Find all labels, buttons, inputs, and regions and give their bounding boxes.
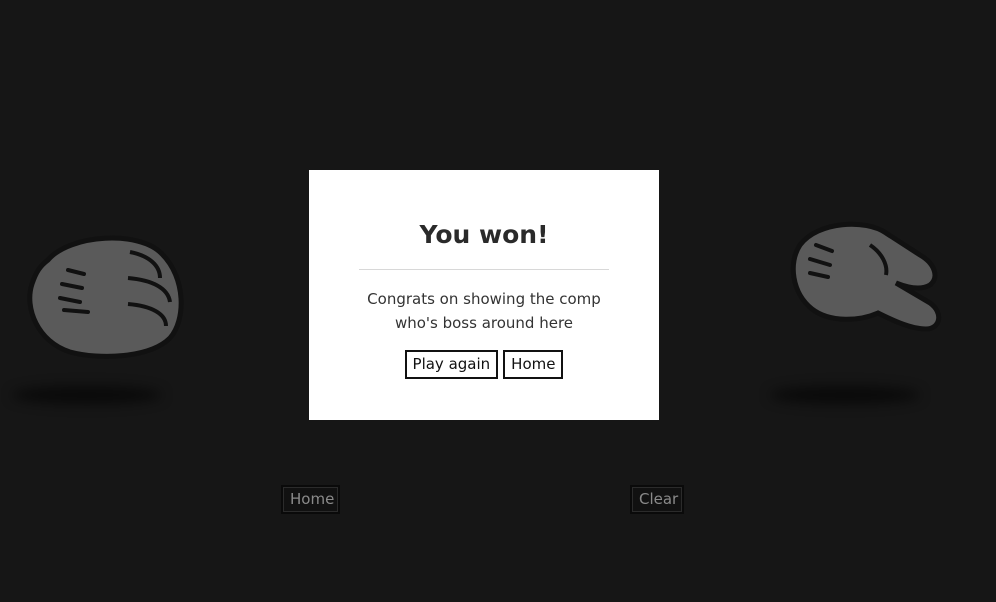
player-hand bbox=[10, 212, 200, 402]
computer-hand bbox=[770, 205, 960, 395]
home-button[interactable]: Home bbox=[281, 485, 340, 514]
modal-home-button[interactable]: Home bbox=[503, 350, 564, 379]
play-again-button[interactable]: Play again bbox=[404, 350, 499, 379]
computer-hand-shadow bbox=[770, 386, 920, 404]
rock-hand-icon bbox=[27, 235, 184, 359]
scissors-hand-icon bbox=[790, 221, 942, 332]
modal-title: You won! bbox=[419, 220, 549, 249]
clear-button[interactable]: Clear bbox=[630, 485, 684, 514]
modal-divider bbox=[359, 269, 609, 270]
modal-message: Congrats on showing the comp who's boss … bbox=[367, 290, 601, 332]
player-hand-shadow bbox=[12, 386, 162, 404]
result-modal: You won! Congrats on showing the comp wh… bbox=[309, 170, 659, 420]
modal-actions: Play again Home bbox=[309, 350, 659, 379]
